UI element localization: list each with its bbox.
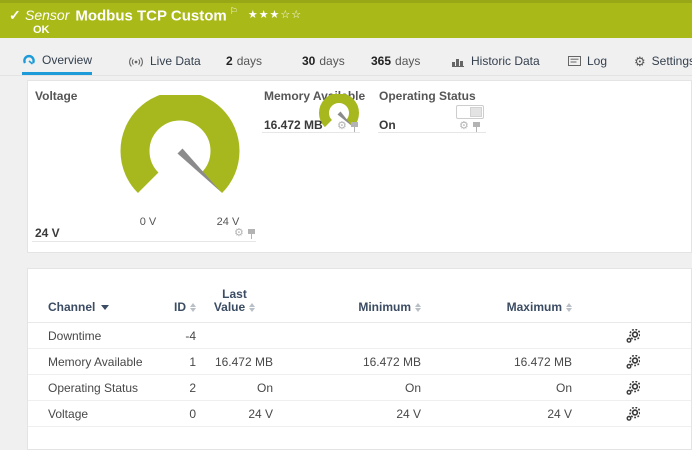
log-list-icon (568, 56, 581, 66)
voltage-current-value: 24 V (35, 226, 60, 240)
pushpin-icon[interactable] (247, 228, 256, 239)
tab-365-days[interactable]: 365 days (371, 47, 420, 75)
voltage-panel-divider (32, 241, 256, 242)
channel-id: 2 (158, 381, 196, 395)
tab-2-days-number: 2 (226, 54, 233, 68)
operating-panel-divider (378, 132, 486, 133)
tab-log[interactable]: Log (568, 47, 607, 75)
sort-toggle-icon (249, 303, 255, 312)
channel-min: On (273, 381, 421, 395)
channel-table-panel: Channel ID Last Value Minimum Maximum Do… (27, 268, 692, 450)
channel-id: -4 (158, 329, 196, 343)
memory-panel-divider (262, 132, 360, 133)
tab-settings[interactable]: ⚙ Settings (634, 47, 692, 75)
voltage-panel-tools: ⚙ (234, 228, 256, 239)
gear-icon[interactable]: ⚙ (337, 121, 347, 132)
gauge-icon (22, 54, 36, 66)
table-row-voltage: Voltage 0 24 V 24 V 24 V (28, 401, 691, 427)
tab-historic-data[interactable]: Historic Data (452, 47, 540, 75)
tab-2-days-unit: days (237, 54, 262, 68)
column-header-value-label: Value (214, 301, 245, 314)
tab-overview[interactable]: Overview (22, 47, 92, 75)
tab-2-days[interactable]: 2 days (226, 47, 262, 75)
voltage-gauge (116, 95, 244, 209)
gear-icon[interactable]: ⚙ (459, 121, 469, 132)
gear-icon: ⚙ (634, 55, 646, 68)
voltage-scale-min: 0 V (128, 216, 168, 228)
table-row-operating-status: Operating Status 2 On On On (28, 375, 691, 401)
column-header-id-label: ID (174, 300, 186, 314)
sensor-title: Modbus TCP Custom (75, 7, 226, 24)
gear-icon[interactable]: ⚙ (234, 228, 244, 239)
memory-current-value: 16.472 MB (264, 118, 323, 132)
table-row-memory-available: Memory Available 1 16.472 MB 16.472 MB 1… (28, 349, 691, 375)
tab-30-days[interactable]: 30 days (302, 47, 345, 75)
tab-bar: Overview Live Data 2 days 30 days 365 da… (0, 41, 692, 76)
operating-status-value: On (379, 118, 396, 132)
tab-overview-label: Overview (42, 53, 92, 67)
sort-toggle-icon (566, 303, 572, 312)
column-header-id[interactable]: ID (158, 300, 196, 314)
edit-channel-settings-icon[interactable] (626, 381, 640, 395)
toggle-knob (470, 107, 482, 117)
channel-last: On (196, 381, 273, 395)
channel-max: On (421, 381, 572, 395)
priority-stars[interactable]: ★★★☆☆ (248, 9, 302, 21)
tab-live-data[interactable]: Live Data (128, 47, 201, 75)
channel-id: 0 (158, 407, 196, 421)
tab-30-days-unit: days (319, 54, 344, 68)
channel-name[interactable]: Memory Available (48, 355, 158, 369)
operating-panel-tools: ⚙ (459, 121, 481, 132)
pushpin-icon[interactable] (350, 121, 359, 132)
column-header-channel-label: Channel (48, 300, 95, 314)
channel-max: 24 V (421, 407, 572, 421)
operating-status-title: Operating Status (379, 89, 476, 103)
channel-name[interactable]: Operating Status (48, 381, 158, 395)
channel-last: 24 V (196, 407, 273, 421)
pushpin-icon[interactable] (472, 121, 481, 132)
object-kind-label: Sensor (25, 7, 69, 23)
column-header-minimum-label: Minimum (358, 300, 411, 314)
channel-table-header: Channel ID Last Value Minimum Maximum (28, 287, 691, 323)
channel-min: 16.472 MB (273, 355, 421, 369)
tab-live-data-label: Live Data (150, 54, 201, 68)
status-check-icon: ✓ (9, 7, 21, 24)
bar-chart-icon (452, 56, 465, 67)
channel-max: 16.472 MB (421, 355, 572, 369)
sensor-status-bar: ✓ Sensor Modbus TCP Custom ⚐ ★★★☆☆ OK (0, 0, 692, 38)
tab-365-days-number: 365 (371, 54, 391, 68)
broadcast-icon (128, 56, 144, 67)
toggle-switch-icon (456, 105, 484, 119)
edit-channel-settings-icon[interactable] (626, 329, 640, 343)
tab-30-days-number: 30 (302, 54, 315, 68)
channel-name[interactable]: Downtime (48, 329, 158, 343)
column-header-maximum[interactable]: Maximum (421, 300, 572, 314)
flag-icon[interactable]: ⚐ (230, 6, 238, 16)
edit-channel-settings-icon[interactable] (626, 355, 640, 369)
tab-historic-data-label: Historic Data (471, 54, 540, 68)
column-header-channel[interactable]: Channel (48, 300, 158, 314)
channel-id: 1 (158, 355, 196, 369)
memory-panel-tools: ⚙ (337, 121, 359, 132)
channel-min: 24 V (273, 407, 421, 421)
gauges-panel: Voltage 0 V 24 V 24 V ⚙ Memory Available… (27, 80, 692, 253)
column-header-minimum[interactable]: Minimum (273, 300, 421, 314)
tab-365-days-unit: days (395, 54, 420, 68)
sort-desc-icon (101, 305, 109, 310)
column-header-last-value[interactable]: Last Value (196, 288, 273, 314)
edit-channel-settings-icon[interactable] (626, 407, 640, 421)
tab-log-label: Log (587, 54, 607, 68)
tab-settings-label: Settings (652, 54, 692, 68)
table-row-downtime: Downtime -4 (28, 323, 691, 349)
voltage-gauge-title: Voltage (35, 89, 77, 103)
channel-last: 16.472 MB (196, 355, 273, 369)
channel-name[interactable]: Voltage (48, 407, 158, 421)
column-header-maximum-label: Maximum (507, 300, 562, 314)
status-badge: OK (33, 24, 50, 36)
